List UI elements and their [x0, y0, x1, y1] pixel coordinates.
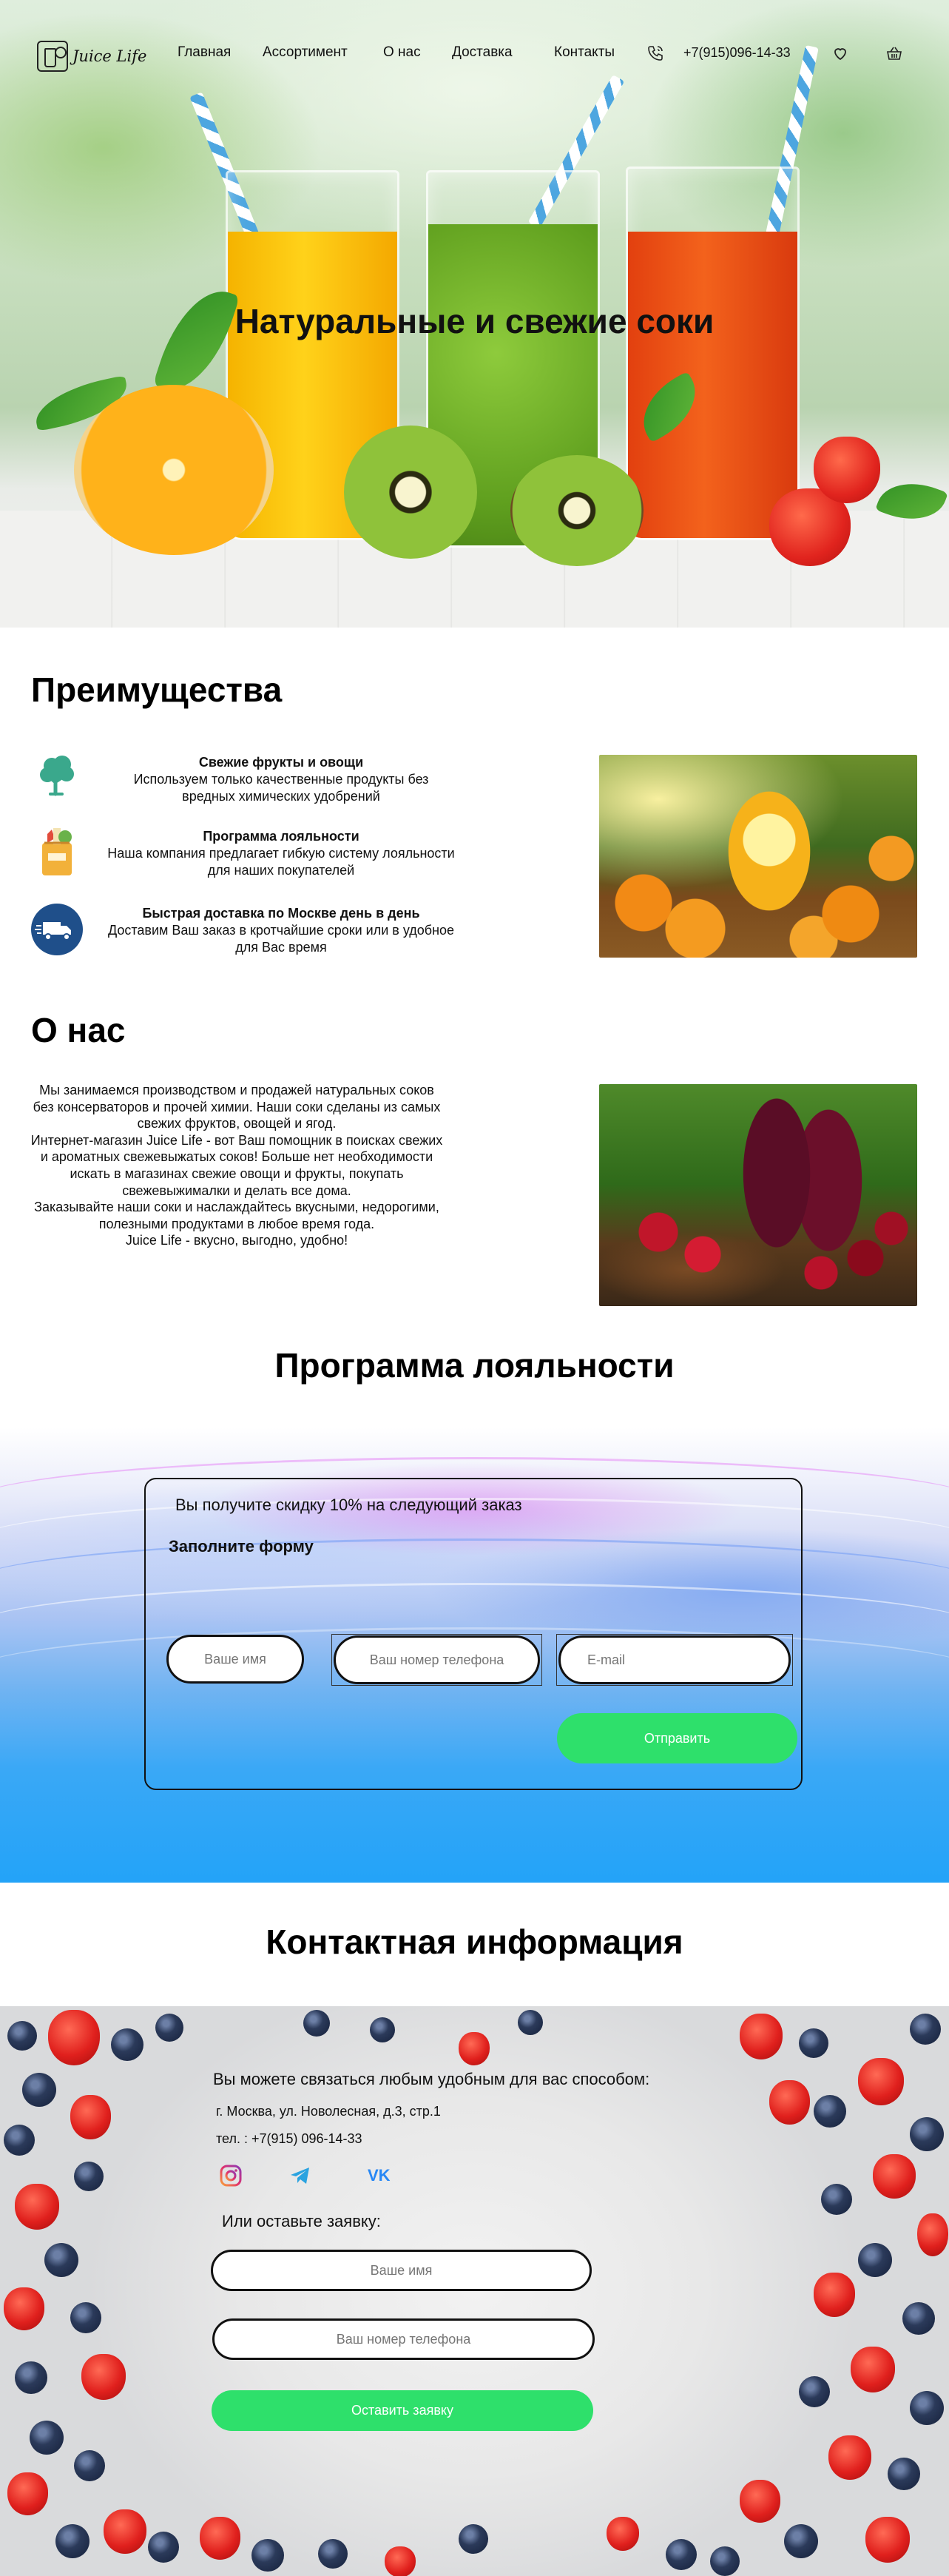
berry-juice-photo — [599, 1084, 917, 1306]
phone-icon[interactable] — [645, 43, 666, 64]
nav-item-assortment[interactable]: Ассортимент — [263, 44, 348, 61]
contacts-intro: Вы можете связаться любым удобным для ва… — [213, 2070, 650, 2088]
contacts-or-text: Или оставьте заявку: — [222, 2212, 381, 2230]
advantage-title: Свежие фрукты и овощи — [198, 755, 364, 770]
contact-phone-input[interactable] — [212, 2318, 595, 2360]
nav-item-about[interactable]: О нас — [383, 44, 421, 61]
brand-logo[interactable]: Juice Life — [37, 41, 146, 72]
tree-icon — [30, 750, 84, 804]
grocery-bag-icon — [30, 824, 84, 878]
about-paragraph: Заказывайте наши соки и наслаждайтесь вк… — [34, 1200, 439, 1231]
nav-phone-number[interactable]: +7(915)096-14-33 — [683, 45, 791, 61]
nav-item-contacts[interactable]: Контакты — [554, 44, 615, 61]
advantage-description: Используем только качественные продукты … — [133, 772, 429, 804]
kiwi-slice — [510, 455, 644, 566]
basket-icon[interactable] — [884, 43, 905, 64]
loyalty-submit-button[interactable]: Отправить — [557, 1713, 797, 1763]
about-title: О нас — [31, 1011, 126, 1049]
strawberry — [814, 437, 880, 503]
advantages-title: Преимущества — [31, 670, 283, 709]
contacts-phone[interactable]: тел. : +7(915) 096-14-33 — [216, 2131, 362, 2147]
advantage-title: Быстрая доставка по Москве день в день — [142, 906, 420, 921]
advantage-item: Свежие фрукты и овощи Используем только … — [30, 750, 444, 809]
strawberry-juice-glass — [626, 167, 800, 540]
orange-slice — [74, 385, 274, 555]
vk-icon[interactable]: VK — [368, 2164, 391, 2187]
juice-glass-logo-icon — [37, 41, 68, 72]
kiwi-slice — [344, 426, 477, 559]
advantage-item: Быстрая доставка по Москве день в день Д… — [30, 902, 454, 961]
nav-item-delivery[interactable]: Доставка — [452, 44, 513, 61]
contact-name-input[interactable] — [211, 2250, 592, 2291]
contacts-section — [0, 2006, 949, 2576]
about-paragraph: Интернет-магазин Juice Life - вот Ваш по… — [30, 1132, 443, 1198]
loyalty-email-input[interactable] — [558, 1635, 791, 1684]
contacts-address: г. Москва, ул. Новолесная, д.3, стр.1 — [216, 2104, 441, 2119]
heart-icon[interactable] — [830, 43, 851, 64]
loyalty-offer-text: Вы получите скидку 10% на следующий зака… — [175, 1496, 522, 1514]
hero-title: Натуральные и свежие соки — [234, 302, 715, 340]
about-text: Мы занимаемся производством и продажей н… — [30, 1082, 444, 1249]
advantage-description: Наша компания предлагает гибкую систему … — [107, 846, 455, 878]
about-paragraph: Juice Life - вкусно, выгодно, удобно! — [125, 1233, 348, 1248]
nav-item-home[interactable]: Главная — [178, 44, 231, 61]
instagram-icon[interactable] — [219, 2164, 243, 2187]
contacts-title: Контактная информация — [266, 1923, 683, 1961]
brand-name: Juice Life — [72, 47, 147, 65]
loyalty-form-title: Заполните форму — [169, 1537, 314, 1556]
loyalty-title: Программа лояльности — [274, 1346, 675, 1385]
contact-submit-button[interactable]: Оставить заявку — [212, 2390, 593, 2431]
delivery-truck-icon — [30, 902, 84, 957]
advantage-description: Доставим Ваш заказ в кротчайшие сроки ил… — [107, 923, 455, 955]
advantage-title: Программа лояльности — [203, 829, 359, 844]
apricot-juice-photo — [599, 755, 917, 958]
telegram-icon[interactable] — [288, 2164, 312, 2187]
loyalty-phone-input[interactable] — [334, 1635, 540, 1684]
about-paragraph: Мы занимаемся производством и продажей н… — [33, 1083, 441, 1131]
top-navigation: Juice Life Главная Ассортимент О нас Дос… — [0, 0, 949, 111]
advantage-item: Программа лояльности Наша компания предл… — [30, 824, 455, 883]
loyalty-name-input[interactable] — [166, 1635, 304, 1684]
